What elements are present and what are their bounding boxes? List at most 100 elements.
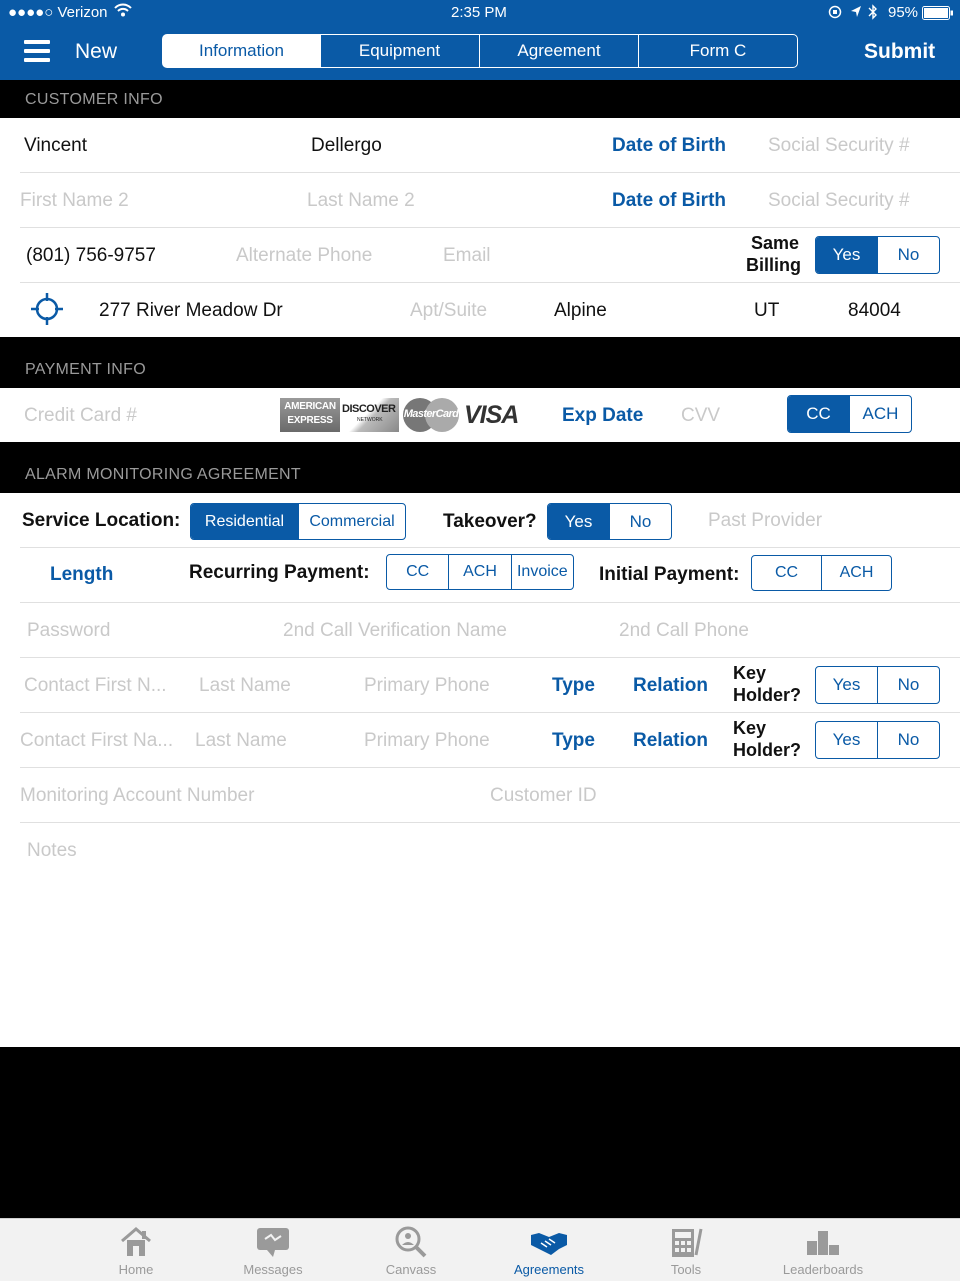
menu-icon[interactable] bbox=[24, 38, 50, 69]
contact-1-relation-button[interactable]: Relation bbox=[633, 675, 708, 697]
contact-2-phone-field[interactable]: Primary Phone bbox=[364, 730, 490, 752]
payment-method-toggle: CC ACH bbox=[787, 395, 912, 433]
contact-1-key-holder-no-button[interactable]: No bbox=[877, 667, 939, 703]
location-arrow-icon bbox=[850, 5, 862, 23]
tab-home-label: Home bbox=[118, 1262, 154, 1277]
payment-ach-button[interactable]: ACH bbox=[849, 396, 911, 432]
tab-agreements[interactable]: Agreements bbox=[479, 1219, 619, 1281]
customer-info-header: CUSTOMER INFO bbox=[0, 80, 960, 118]
tab-form-c[interactable]: Form C bbox=[638, 34, 798, 68]
tab-agreement[interactable]: Agreement bbox=[480, 34, 639, 68]
submit-button[interactable]: Submit bbox=[864, 40, 935, 64]
contact-2-relation-button[interactable]: Relation bbox=[633, 730, 708, 752]
status-bar: ●●●●○ Verizon 2:35 PM 95% bbox=[0, 0, 960, 26]
monitoring-account-field[interactable]: Monitoring Account Number bbox=[20, 785, 254, 807]
clock: 2:35 PM bbox=[451, 4, 507, 21]
divider bbox=[20, 172, 960, 173]
contact-1-first-name-field[interactable]: Contact First N... bbox=[24, 675, 167, 697]
customer-id-field[interactable]: Customer ID bbox=[490, 785, 597, 807]
takeover-no-button[interactable]: No bbox=[609, 504, 671, 539]
takeover-yes-button[interactable]: Yes bbox=[548, 504, 609, 539]
service-location-toggle: Residential Commercial bbox=[190, 503, 406, 540]
takeover-toggle: Yes No bbox=[547, 503, 672, 540]
length-button[interactable]: Length bbox=[50, 564, 113, 586]
divider bbox=[20, 547, 960, 548]
exp-date-button[interactable]: Exp Date bbox=[562, 405, 643, 427]
first-name-2-field[interactable]: First Name 2 bbox=[20, 190, 129, 212]
contact-1-last-name-field[interactable]: Last Name bbox=[199, 675, 291, 697]
messages-icon bbox=[257, 1228, 289, 1257]
initial-ach-button[interactable]: ACH bbox=[821, 556, 891, 590]
past-provider-field[interactable]: Past Provider bbox=[708, 510, 822, 532]
dob-2-button[interactable]: Date of Birth bbox=[612, 190, 726, 212]
commercial-button[interactable]: Commercial bbox=[298, 504, 405, 539]
tab-tools[interactable]: Tools bbox=[616, 1219, 756, 1281]
divider bbox=[20, 822, 960, 823]
contact-1-type-button[interactable]: Type bbox=[552, 675, 595, 697]
battery-percent: 95% bbox=[888, 4, 919, 21]
divider bbox=[20, 602, 960, 603]
state-field[interactable]: UT bbox=[754, 300, 779, 322]
tab-tools-label: Tools bbox=[670, 1262, 702, 1277]
alternate-phone-field[interactable]: Alternate Phone bbox=[236, 245, 372, 267]
recurring-cc-button[interactable]: CC bbox=[387, 555, 448, 589]
password-field[interactable]: Password bbox=[27, 620, 110, 642]
address-field[interactable]: 277 River Meadow Dr bbox=[99, 300, 283, 322]
divider bbox=[20, 767, 960, 768]
tab-leaderboards[interactable]: Leaderboards bbox=[753, 1219, 893, 1281]
recurring-invoice-button[interactable]: Invoice bbox=[510, 555, 573, 589]
tab-canvass-label: Canvass bbox=[385, 1262, 437, 1277]
city-field[interactable]: Alpine bbox=[554, 300, 607, 322]
contact-2-key-holder-label-line1: Key bbox=[733, 718, 767, 738]
residential-button[interactable]: Residential bbox=[191, 504, 298, 539]
customer-info-panel: Vincent Dellergo Date of Birth Social Se… bbox=[0, 118, 960, 337]
notes-field[interactable]: Notes bbox=[27, 840, 77, 862]
contact-1-key-holder-yes-button[interactable]: Yes bbox=[816, 667, 877, 703]
agreement-title: ALARM MONITORING AGREEMENT bbox=[25, 466, 301, 483]
credit-card-field[interactable]: Credit Card # bbox=[24, 405, 137, 427]
divider bbox=[20, 712, 960, 713]
ssn-2-field[interactable]: Social Security # bbox=[768, 190, 910, 212]
tab-canvass[interactable]: Canvass bbox=[341, 1219, 481, 1281]
divider bbox=[20, 657, 960, 658]
contact-2-last-name-field[interactable]: Last Name bbox=[195, 730, 287, 752]
tab-information[interactable]: Information bbox=[162, 34, 321, 68]
same-billing-yes-button[interactable]: Yes bbox=[816, 237, 877, 273]
bluetooth-icon bbox=[868, 4, 878, 24]
tab-messages[interactable]: Messages bbox=[203, 1219, 343, 1281]
recurring-ach-button[interactable]: ACH bbox=[448, 555, 510, 589]
contact-2-type-button[interactable]: Type bbox=[552, 730, 595, 752]
initial-cc-button[interactable]: CC bbox=[752, 556, 821, 590]
calculator-icon bbox=[672, 1228, 703, 1257]
contact-2-key-holder-toggle: Yes No bbox=[815, 721, 940, 759]
recurring-payment-label: Recurring Payment: bbox=[189, 562, 370, 583]
apt-suite-field[interactable]: Apt/Suite bbox=[410, 300, 487, 322]
ssn-field[interactable]: Social Security # bbox=[768, 135, 910, 157]
phone-field[interactable]: (801) 756-9757 bbox=[26, 245, 156, 267]
contact-1-phone-field[interactable]: Primary Phone bbox=[364, 675, 490, 697]
tab-home[interactable]: Home bbox=[66, 1219, 206, 1281]
email-field[interactable]: Email bbox=[443, 245, 491, 267]
contact-2-first-name-field[interactable]: Contact First Na... bbox=[20, 730, 173, 752]
contact-2-key-holder-no-button[interactable]: No bbox=[877, 722, 939, 758]
last-name-field[interactable]: Dellergo bbox=[311, 135, 382, 157]
payment-info-panel: Credit Card # AMERICAN EXPRESS DISCOVER … bbox=[0, 388, 960, 442]
zip-field[interactable]: 84004 bbox=[848, 300, 901, 322]
contact-2-key-holder-yes-button[interactable]: Yes bbox=[816, 722, 877, 758]
dob-button[interactable]: Date of Birth bbox=[612, 135, 726, 157]
tab-bar: Home Messages Canvass Agreements Tools L… bbox=[0, 1218, 960, 1281]
tab-equipment[interactable]: Equipment bbox=[320, 34, 480, 68]
crosshair-location-icon[interactable] bbox=[31, 293, 63, 330]
leaderboard-icon bbox=[807, 1231, 839, 1255]
carrier-label: ●●●●○ Verizon bbox=[8, 4, 108, 21]
cvv-field[interactable]: CVV bbox=[681, 405, 720, 427]
contact-2-key-holder-label-line2: Holder? bbox=[733, 740, 802, 760]
verification-name-field[interactable]: 2nd Call Verification Name bbox=[283, 620, 507, 642]
first-name-field[interactable]: Vincent bbox=[24, 135, 87, 157]
payment-cc-button[interactable]: CC bbox=[788, 396, 849, 432]
call-phone-field[interactable]: 2nd Call Phone bbox=[619, 620, 749, 642]
agreement-header: ALARM MONITORING AGREEMENT bbox=[0, 442, 960, 493]
last-name-2-field[interactable]: Last Name 2 bbox=[307, 190, 415, 212]
same-billing-no-button[interactable]: No bbox=[877, 237, 939, 273]
contact-1-key-holder-label-line2: Holder? bbox=[733, 685, 802, 705]
